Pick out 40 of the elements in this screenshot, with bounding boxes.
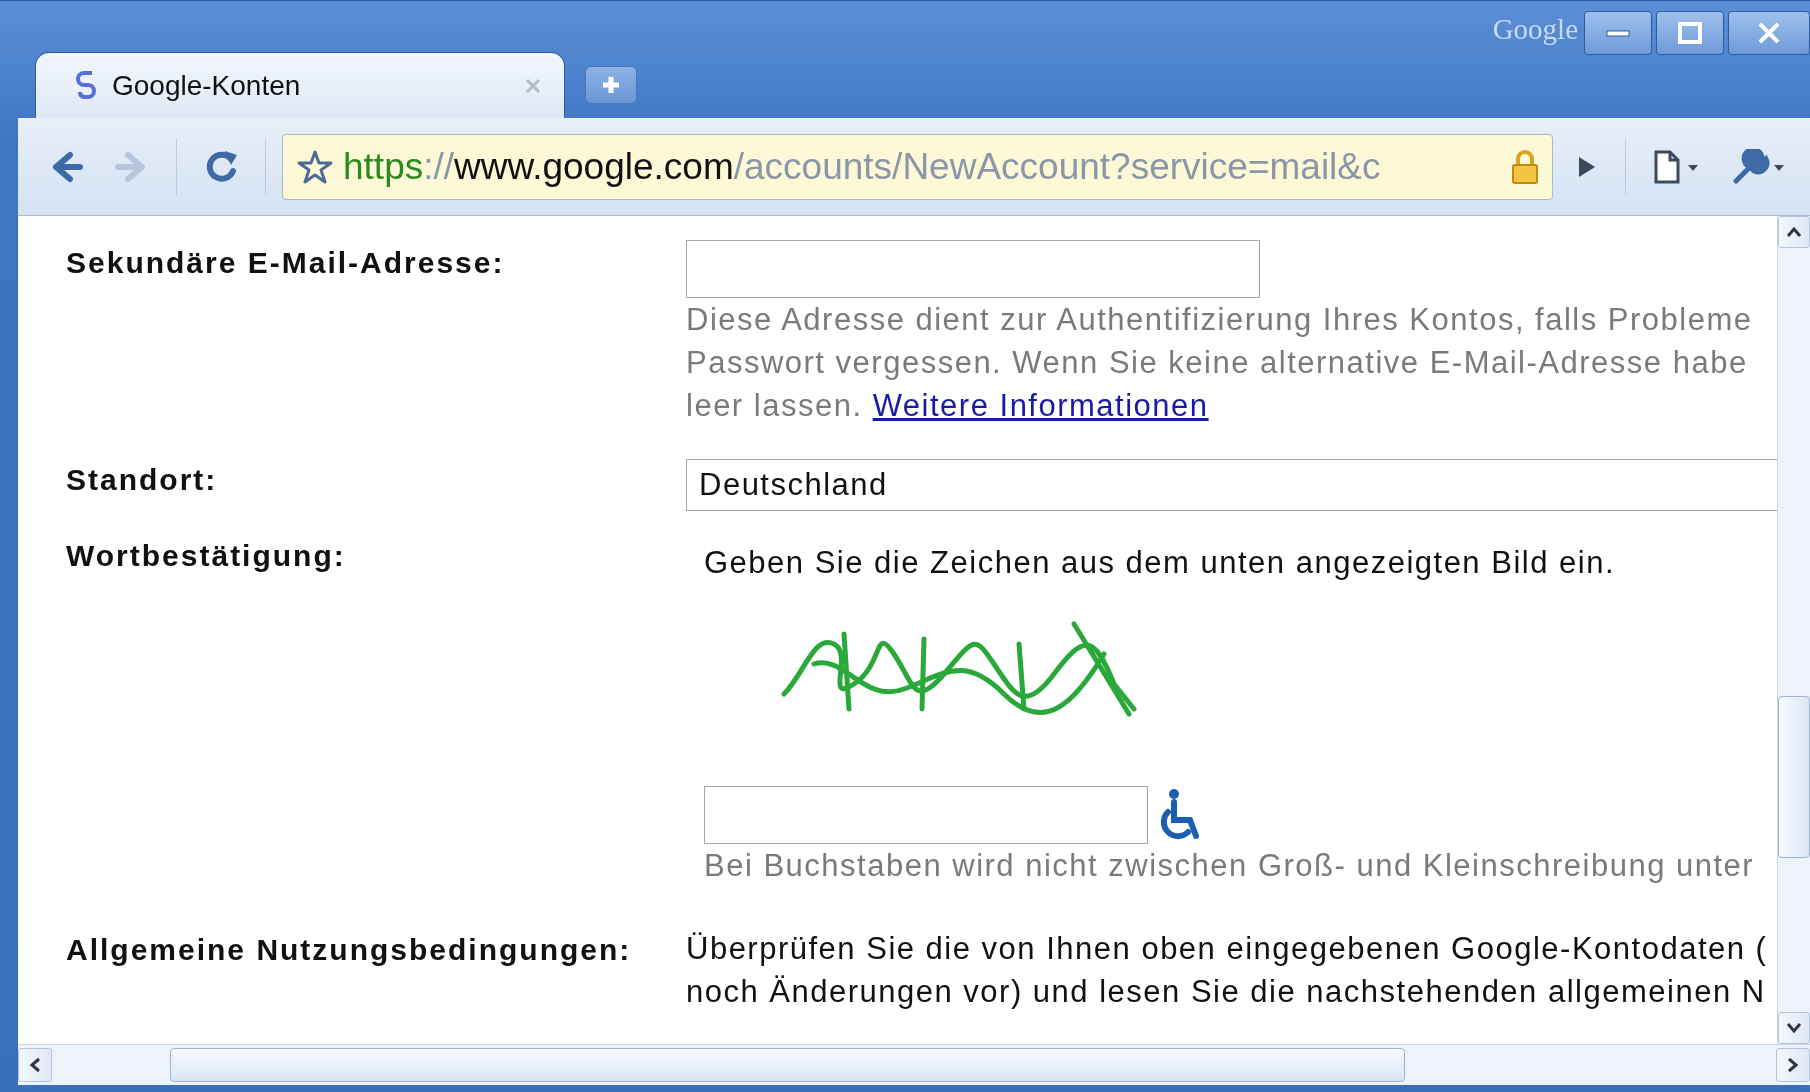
browser-tab[interactable]: Google-Konten (35, 52, 565, 118)
field-label: Sekundäre E-Mail-Adresse: (66, 245, 506, 281)
address-bar[interactable]: https://www.google.com/accounts/NewAccount?service=mail&c (282, 133, 1553, 200)
scroll-up-icon[interactable] (1778, 216, 1810, 248)
email-input-field[interactable] (686, 240, 1260, 298)
url-text: https://www.google.com/accounts/NewAccount?service=mail&c (343, 145, 1382, 188)
field-label: Standort: (66, 462, 219, 498)
captcha-input-field[interactable] (704, 786, 1148, 844)
new-tab-button[interactable] (585, 66, 637, 104)
star-icon[interactable] (297, 148, 333, 185)
brand-text: Google (1492, 13, 1578, 46)
hint-text: Diese Adresse dient zur Authentifizierung Ihres Kontos, falls Probleme (686, 301, 1754, 339)
maximize-button[interactable] (1656, 11, 1724, 55)
favicon-icon (76, 69, 98, 102)
plus-icon (600, 74, 622, 96)
terms-text: noch Änderungen vor) und lesen Sie die nachstehenden allgemeinen N (686, 973, 1767, 1011)
minimize-button[interactable] (1584, 11, 1652, 55)
field-label: Allgemeine Nutzungsbedingungen: (66, 932, 633, 968)
scroll-down-icon[interactable] (1778, 1012, 1810, 1044)
vertical-scrollbar[interactable] (1777, 216, 1810, 1044)
more-info-link[interactable]: Weitere Informationen (872, 388, 1209, 423)
hint-text: Passwort vergessen. Wenn Sie keine alternative E-Mail-Adresse habe (686, 344, 1749, 382)
horizontal-scrollbar[interactable] (18, 1044, 1810, 1085)
instruction-text: Geben Sie die Zeichen aus dem unten angezeigten Bild ein. (704, 544, 1616, 582)
close-icon (1756, 21, 1782, 45)
tab-title: Google-Konten (112, 69, 302, 102)
lock-icon[interactable] (1510, 148, 1540, 185)
field-label: Wortbestätigung: (66, 538, 347, 574)
scroll-left-icon[interactable] (18, 1048, 52, 1082)
maximize-icon (1677, 21, 1703, 45)
hint-text: Bei Buchstaben wird nicht zwischen Groß- und Kleinschreibung unter (704, 847, 1756, 885)
hint-text: leer lassen. Weitere Informationen (686, 387, 1210, 425)
wheelchair-icon[interactable] (1158, 788, 1202, 842)
scroll-thumb[interactable] (170, 1048, 1405, 1082)
minimize-icon (1605, 28, 1631, 38)
country-select[interactable]: Deutschland (686, 459, 1777, 511)
terms-text: Überprüfen Sie die von Ihnen oben eingegebenen Google-Kontodaten ( (686, 930, 1769, 968)
scroll-thumb[interactable] (1778, 696, 1810, 858)
close-button[interactable] (1728, 11, 1810, 55)
scroll-right-icon[interactable] (1776, 1048, 1810, 1082)
